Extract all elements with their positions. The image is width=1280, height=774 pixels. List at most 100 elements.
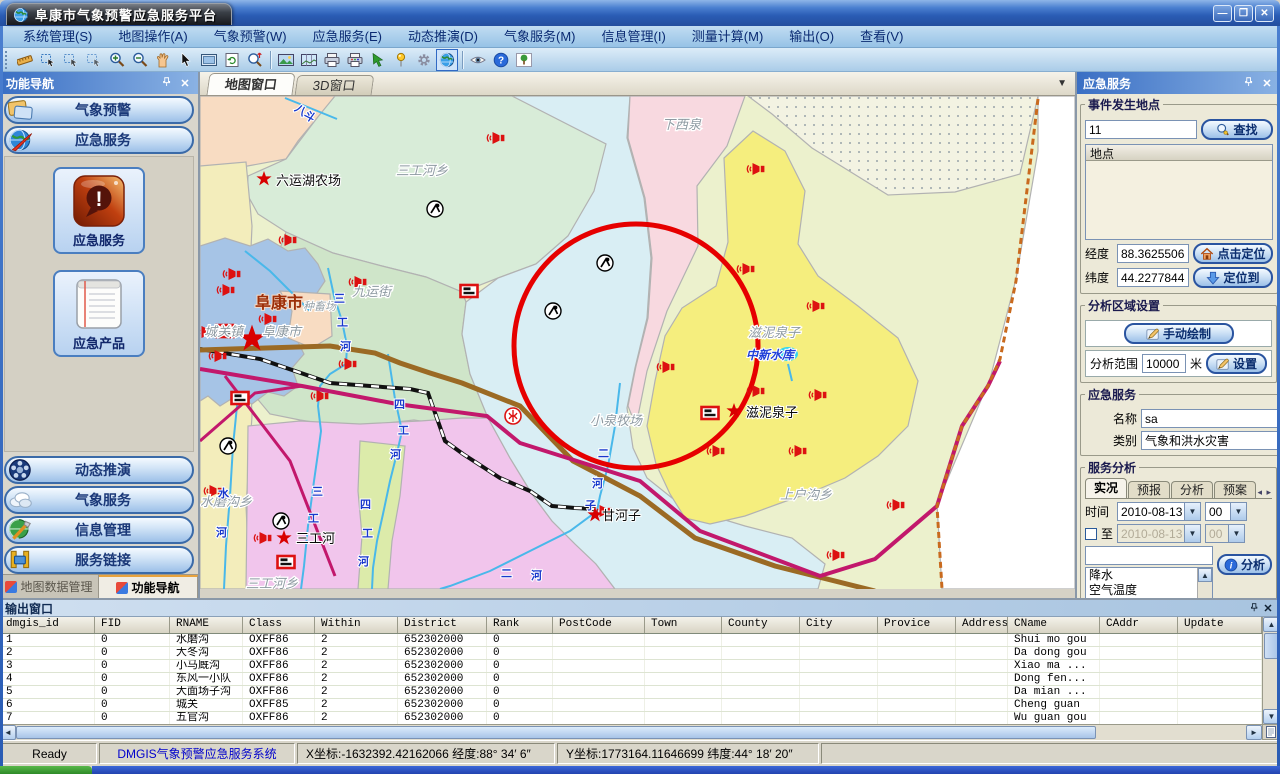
column-header[interactable]: Rank — [487, 617, 553, 633]
select-box-icon[interactable] — [60, 49, 82, 71]
scroll-thumb[interactable] — [16, 726, 1096, 739]
date-select[interactable]: 2010-08-13 ▼ — [1117, 502, 1201, 521]
export-image-icon[interactable] — [275, 49, 297, 71]
menu-item[interactable]: 信息管理(I) — [589, 26, 679, 48]
close-icon[interactable]: ✕ — [178, 76, 192, 90]
menu-item[interactable]: 测量计算(M) — [679, 26, 777, 48]
pin-icon[interactable] — [160, 76, 174, 90]
table-row[interactable]: 60城关OXFF8526523020000Cheng guan — [0, 699, 1262, 712]
menu-item[interactable]: 查看(V) — [847, 26, 916, 48]
column-header[interactable]: Provice — [878, 617, 956, 633]
set-range-button[interactable]: 设置 — [1206, 353, 1267, 374]
zoom-in-icon[interactable] — [106, 49, 128, 71]
map-tab-list-arrow-icon[interactable]: ▼ — [1057, 78, 1067, 89]
column-header[interactable]: Address — [956, 617, 1008, 633]
start-button-edge[interactable] — [0, 766, 92, 774]
select-arrow-icon[interactable] — [37, 49, 59, 71]
service-name-input[interactable] — [1141, 409, 1280, 428]
export-map-icon[interactable] — [298, 49, 320, 71]
location-list-body[interactable] — [1086, 161, 1272, 239]
menu-item[interactable]: 地图操作(A) — [105, 26, 200, 48]
column-header[interactable]: Town — [645, 617, 722, 633]
column-header[interactable]: FID — [95, 617, 170, 633]
map-canvas[interactable]: 八斗六运湖农场三工河乡下西泉九运街阜康市种畜场城关镇阜康市滋泥泉子中新水库滋泥泉… — [200, 95, 1075, 588]
column-header[interactable]: CName — [1008, 617, 1100, 633]
nav-section-button[interactable]: 气象服务 — [4, 486, 194, 514]
legend-tree-icon[interactable] — [513, 49, 535, 71]
chevron-down-icon[interactable]: ▼ — [1184, 503, 1200, 520]
locate-to-button[interactable]: 定位到 — [1193, 267, 1273, 288]
manual-draw-button[interactable]: 手动绘制 — [1124, 323, 1234, 344]
click-locate-button[interactable]: 点击定位 — [1193, 243, 1273, 264]
pin-icon[interactable] — [1242, 76, 1256, 90]
nav-item-button[interactable]: 应急服务 — [53, 167, 145, 254]
menu-item[interactable]: 动态推演(D) — [395, 26, 491, 48]
to-checkbox[interactable] — [1085, 528, 1097, 540]
zoom-out-icon[interactable] — [129, 49, 151, 71]
analysis-list-item[interactable]: 降水 — [1086, 568, 1212, 583]
chevron-down-icon[interactable]: ▼ — [1230, 503, 1246, 520]
column-header[interactable]: District — [398, 617, 487, 633]
table-row[interactable]: 40东风一小队OXFF8626523020000Dong fen... — [0, 673, 1262, 686]
print-preview-icon[interactable] — [344, 49, 366, 71]
analysis-tab[interactable]: 预案 — [1214, 481, 1256, 498]
minimize-button[interactable]: — — [1213, 5, 1232, 22]
location-list-header[interactable]: 地点 — [1086, 145, 1272, 161]
range-input[interactable] — [1142, 354, 1186, 373]
toolbar-grip[interactable] — [5, 51, 10, 69]
latitude-input[interactable] — [1117, 268, 1189, 287]
analyze-button[interactable]: 分析 — [1217, 554, 1272, 575]
output-horizontal-scrollbar[interactable]: ◄ ► — [0, 724, 1262, 740]
service-type-select[interactable]: 气象和洪水灾害 ▼ — [1141, 431, 1280, 450]
find-button[interactable]: 查找 — [1201, 119, 1273, 140]
analysis-tab[interactable]: 实况 — [1085, 478, 1127, 498]
analysis-tab[interactable]: 预报 — [1128, 481, 1170, 498]
column-header[interactable]: CAddr — [1100, 617, 1178, 633]
list-scrollbar[interactable]: ▲ — [1197, 568, 1212, 598]
settings-gear-icon[interactable] — [413, 49, 435, 71]
column-header[interactable]: dmgis_id — [0, 617, 95, 633]
column-header[interactable]: Update — [1178, 617, 1262, 633]
help-icon[interactable] — [490, 49, 512, 71]
print-icon[interactable] — [321, 49, 343, 71]
nav-item-button[interactable]: 应急产品 — [53, 270, 145, 357]
pointer-arrow-icon[interactable] — [175, 49, 197, 71]
full-extent-icon[interactable] — [198, 49, 220, 71]
column-header[interactable]: PostCode — [553, 617, 645, 633]
restore-button[interactable]: ❐ — [1234, 5, 1253, 22]
column-header[interactable]: County — [722, 617, 800, 633]
nav-section-button[interactable]: 应急服务 — [4, 126, 194, 154]
close-button[interactable]: ✕ — [1255, 5, 1274, 22]
zoom-to-scale-icon[interactable] — [244, 49, 266, 71]
refresh-view-icon[interactable] — [221, 49, 243, 71]
toggle-visibility-eye-icon[interactable] — [467, 49, 489, 71]
nav-section-button[interactable]: 信息管理 — [4, 516, 194, 544]
column-header[interactable]: Class — [243, 617, 315, 633]
pan-hand-icon[interactable] — [152, 49, 174, 71]
map-service-globe-icon[interactable] — [436, 49, 458, 71]
column-header[interactable]: Within — [315, 617, 398, 633]
column-header[interactable]: RNAME — [170, 617, 243, 633]
scroll-up-icon[interactable]: ▲ — [1198, 568, 1212, 582]
title-bar[interactable]: 阜康市气象预警应急服务平台 — ❐ ✕ — [0, 0, 1280, 26]
analysis-tab[interactable]: 分析 — [1171, 481, 1213, 498]
menu-item[interactable]: 输出(O) — [776, 26, 847, 48]
nav-section-button[interactable]: 动态推演 — [4, 456, 194, 484]
scroll-right-icon[interactable]: ► — [1246, 725, 1262, 740]
table-row[interactable]: 20大冬沟OXFF8626523020000Da dong gou — [0, 647, 1262, 660]
table-row[interactable]: 10水磨沟OXFF8626523020000Shui mo gou — [0, 634, 1262, 647]
longitude-input[interactable] — [1117, 244, 1189, 263]
menu-item[interactable]: 气象服务(M) — [491, 26, 589, 48]
placemark-pin-icon[interactable] — [390, 49, 412, 71]
analysis-list-item[interactable]: 空气温度 — [1086, 583, 1212, 598]
select-lasso-icon[interactable] — [83, 49, 105, 71]
nav-section-button[interactable]: 气象预警 — [4, 96, 194, 124]
menu-item[interactable]: 气象预警(W) — [201, 26, 300, 48]
table-row[interactable]: 50大面场子沟OXFF8626523020000Da mian ... — [0, 686, 1262, 699]
menu-item[interactable]: 应急服务(E) — [300, 26, 395, 48]
column-header[interactable]: City — [800, 617, 878, 633]
map-tab[interactable]: 3D窗口 — [295, 75, 374, 95]
pin-icon[interactable] — [1247, 601, 1261, 615]
element-list[interactable]: ▲ 降水空气温度 — [1085, 567, 1213, 598]
map-tab[interactable]: 地图窗口 — [206, 73, 295, 95]
